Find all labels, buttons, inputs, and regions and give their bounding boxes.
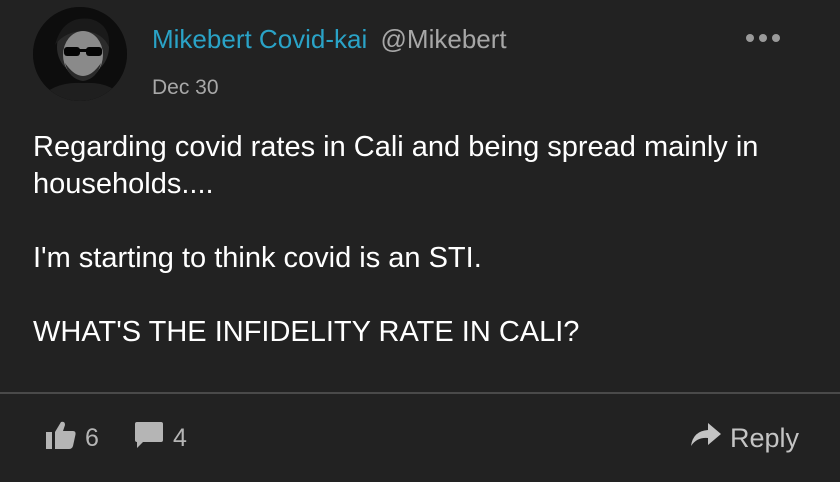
author-handle[interactable]: @Mikebert — [381, 24, 507, 54]
post-body: Regarding covid rates in Cali and being … — [33, 129, 813, 351]
more-dots-icon — [746, 34, 754, 42]
post-paragraph: Regarding covid rates in Cali and being … — [33, 131, 759, 200]
reply-arrow-icon — [690, 422, 722, 455]
comment-bubble-icon — [133, 420, 165, 457]
thumbs-up-icon — [45, 420, 77, 457]
more-options-button[interactable] — [746, 32, 782, 44]
author-display-name[interactable]: Mikebert Covid-kai — [152, 24, 367, 54]
avatar-photo — [33, 7, 127, 101]
like-count: 6 — [85, 423, 99, 452]
divider — [0, 392, 840, 394]
comment-count: 4 — [173, 423, 187, 452]
reply-button[interactable]: Reply — [690, 418, 799, 458]
author-line: Mikebert Covid-kai @Mikebert — [152, 24, 507, 55]
reply-label: Reply — [730, 422, 800, 453]
like-button[interactable]: 6 — [45, 418, 99, 458]
post-date[interactable]: Dec 30 — [152, 76, 219, 100]
avatar[interactable] — [33, 7, 127, 101]
post-card: Mikebert Covid-kai @Mikebert Dec 30 Rega… — [0, 0, 840, 482]
post-paragraph: WHAT'S THE INFIDELITY RATE IN CALI? — [33, 316, 580, 348]
comment-button[interactable]: 4 — [133, 418, 187, 458]
post-paragraph: I'm starting to think covid is an STI. — [33, 242, 482, 274]
